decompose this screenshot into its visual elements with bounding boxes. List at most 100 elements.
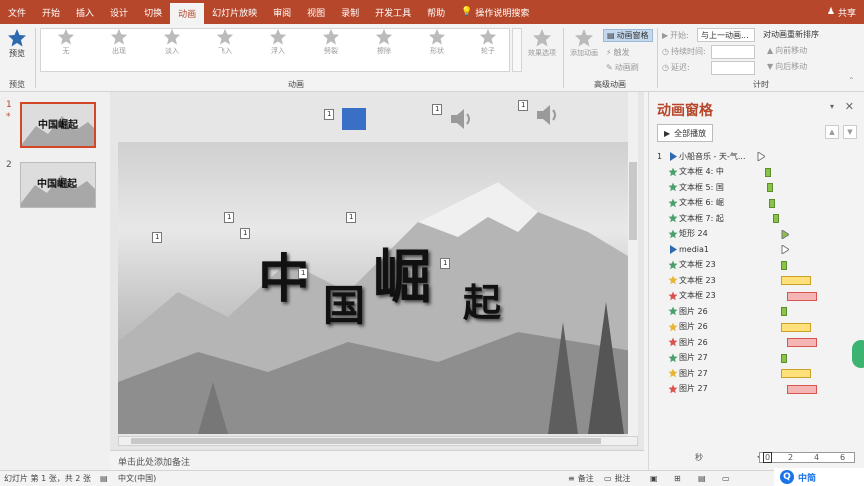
timeline-unit[interactable]: 秒 xyxy=(695,452,703,463)
timing-bar[interactable] xyxy=(765,167,771,177)
timing-bar[interactable] xyxy=(767,183,773,192)
close-icon[interactable]: ✕ xyxy=(845,100,854,113)
effect-fade[interactable]: 淡入 xyxy=(150,28,194,56)
normal-view-icon[interactable]: ▣ xyxy=(650,474,658,483)
effect-wipe[interactable]: 擦除 xyxy=(362,28,406,56)
tab-file[interactable]: 文件 xyxy=(0,0,34,24)
animation-painter-button[interactable]: ✎ 动画刷 xyxy=(606,62,639,73)
tab-home[interactable]: 开始 xyxy=(34,0,68,24)
notes-pane[interactable]: 单击此处添加备注 xyxy=(110,450,644,470)
animation-item[interactable]: 文本框 6: 崛 xyxy=(657,196,857,210)
effect-wheel[interactable]: 轮子 xyxy=(466,28,510,56)
vertical-scrollbar[interactable] xyxy=(628,92,638,436)
language-indicator[interactable]: 中文(中国) xyxy=(118,473,156,484)
move-later-button[interactable]: ▼ 向后移动 xyxy=(767,61,807,72)
calligraphy-char-guo[interactable]: 国 xyxy=(323,272,365,333)
trigger-button[interactable]: ⚡ 触发 xyxy=(606,47,630,58)
animation-item[interactable]: 文本框 5: 国 xyxy=(657,180,857,194)
move-down-button[interactable]: ▼ xyxy=(843,125,857,139)
slide-thumbnail-2[interactable]: 中国崛起 xyxy=(20,162,96,208)
gallery-scrollbar[interactable] xyxy=(512,28,522,72)
move-earlier-button[interactable]: ▲ 向前移动 xyxy=(767,45,807,56)
blue-rectangle[interactable] xyxy=(342,108,366,130)
animation-item[interactable]: 图片 26 xyxy=(657,320,857,334)
preview-button[interactable]: 预览 xyxy=(4,28,30,59)
tab-design[interactable]: 设计 xyxy=(102,0,136,24)
calligraphy-char-jue[interactable]: 崛 xyxy=(373,230,431,314)
slide-thumbnail-1[interactable]: 中国崛起 xyxy=(20,102,96,148)
timing-bar[interactable] xyxy=(787,338,817,347)
timing-marker[interactable] xyxy=(757,151,766,163)
tab-help[interactable]: 帮助 xyxy=(419,0,453,24)
timing-marker[interactable] xyxy=(781,228,790,241)
effect-appear[interactable]: 出现 xyxy=(97,28,141,56)
play-all-button[interactable]: ▶ 全部播放 xyxy=(657,124,714,142)
scroll-thumb[interactable] xyxy=(131,438,601,444)
notes-icon: ≡ xyxy=(568,474,575,483)
clock-icon: ◷ xyxy=(662,47,669,56)
collapse-ribbon-button[interactable]: ⌃ xyxy=(848,76,855,85)
timing-bar[interactable] xyxy=(781,260,787,270)
add-animation-button[interactable]: 添加动画 xyxy=(567,28,601,58)
animation-item[interactable]: 图片 27 xyxy=(657,351,857,365)
timing-bar[interactable] xyxy=(769,198,775,208)
animation-item[interactable]: 文本框 23 xyxy=(657,258,857,272)
timing-bar[interactable] xyxy=(781,322,811,332)
animation-item[interactable]: 文本框 23 xyxy=(657,273,857,287)
animation-item[interactable]: media1 xyxy=(657,242,857,256)
animation-item[interactable]: 图片 26 xyxy=(657,335,857,349)
timing-marker[interactable] xyxy=(781,244,790,256)
animation-item[interactable]: 文本框 4: 中 xyxy=(657,165,857,179)
sorter-view-icon[interactable]: ⊞ xyxy=(674,474,681,483)
timing-bar[interactable] xyxy=(787,291,817,301)
effect-float-in[interactable]: 浮入 xyxy=(256,28,300,56)
delay-field[interactable] xyxy=(711,61,755,75)
side-widget-icon[interactable] xyxy=(852,340,864,368)
timing-bar[interactable] xyxy=(781,369,811,378)
horizontal-scrollbar[interactable] xyxy=(118,436,638,446)
start-select[interactable]: 与上一动画... xyxy=(697,28,755,42)
slide-canvas[interactable]: 中 国 崛 起 1 1 1 1 1 1 xyxy=(118,142,638,434)
duration-field[interactable] xyxy=(711,45,755,59)
tab-transitions[interactable]: 切换 xyxy=(136,0,170,24)
animation-pane-button[interactable]: ▤ 动画窗格 xyxy=(603,29,653,42)
effect-split[interactable]: 劈裂 xyxy=(309,28,353,56)
timing-bar[interactable] xyxy=(781,307,787,316)
effect-fly-in[interactable]: 飞入 xyxy=(203,28,247,56)
effect-options-button[interactable]: 效果选项 xyxy=(524,28,560,58)
speaker-icon[interactable] xyxy=(534,102,562,128)
tell-me-search[interactable]: 💡 操作说明搜索 xyxy=(453,0,537,24)
tab-insert[interactable]: 插入 xyxy=(68,0,102,24)
tab-slideshow[interactable]: 幻灯片放映 xyxy=(204,0,265,24)
effect-shape[interactable]: 形状 xyxy=(415,28,459,56)
comments-button[interactable]: ▭ 批注 xyxy=(604,473,631,484)
slideshow-view-icon[interactable]: ▭ xyxy=(722,474,730,483)
effect-none[interactable]: 无 xyxy=(44,28,88,56)
animation-item[interactable]: 文本框 23 xyxy=(657,289,857,303)
tab-developer[interactable]: 开发工具 xyxy=(367,0,419,24)
animation-item[interactable]: 图片 27 xyxy=(657,366,857,380)
share-button[interactable]: ♟ 共享 xyxy=(827,0,856,24)
calligraphy-char-qi[interactable]: 起 xyxy=(463,272,501,327)
animation-item[interactable]: 文本框 7: 起 xyxy=(657,211,857,225)
move-up-button[interactable]: ▲ xyxy=(825,125,839,139)
animation-item[interactable]: 图片 26 xyxy=(657,304,857,318)
animation-item[interactable]: 1 小船音乐 - 天-气... xyxy=(657,149,857,163)
animation-item[interactable]: 矩形 24 xyxy=(657,227,857,241)
timing-bar[interactable] xyxy=(787,384,817,394)
tick-label: 6 xyxy=(840,453,846,462)
tab-animations[interactable]: 动画 xyxy=(170,3,205,24)
tab-review[interactable]: 审阅 xyxy=(265,0,299,24)
tab-record[interactable]: 录制 xyxy=(333,0,367,24)
reading-view-icon[interactable]: ▤ xyxy=(698,474,706,483)
tab-view[interactable]: 视图 xyxy=(299,0,333,24)
notes-button[interactable]: ≡ 备注 xyxy=(568,473,594,484)
timing-bar[interactable] xyxy=(781,353,787,363)
scroll-thumb[interactable] xyxy=(629,162,637,240)
speaker-icon[interactable] xyxy=(448,106,476,132)
spellcheck-icon[interactable]: ▤ xyxy=(100,474,108,483)
animation-item[interactable]: 图片 27 xyxy=(657,382,857,396)
timing-bar[interactable] xyxy=(773,214,779,223)
pane-options-icon[interactable]: ▾ xyxy=(830,102,834,111)
timing-bar[interactable] xyxy=(781,276,811,285)
